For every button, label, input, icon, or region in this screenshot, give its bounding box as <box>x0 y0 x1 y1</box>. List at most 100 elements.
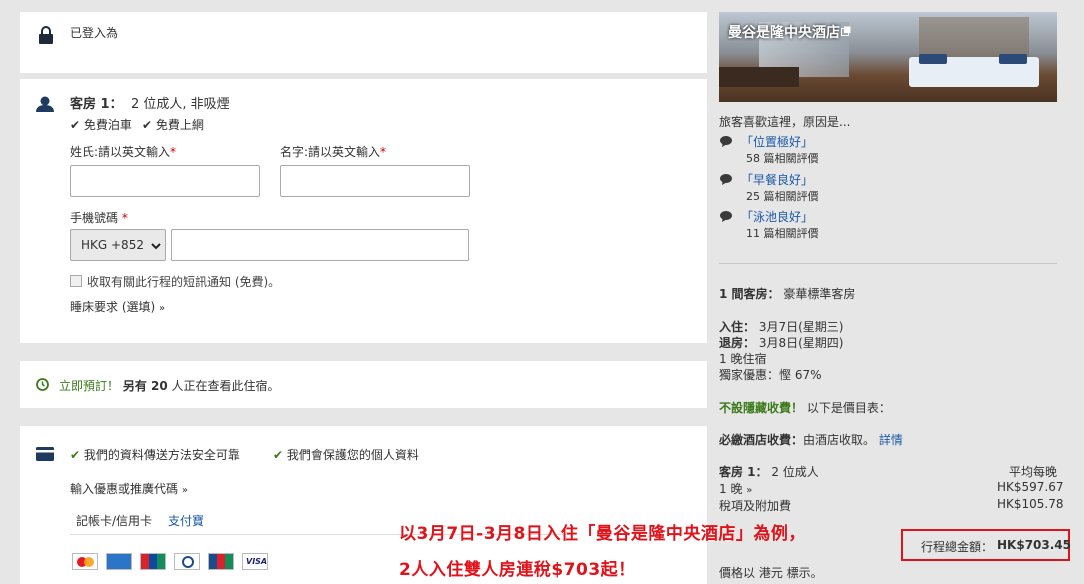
room-title: 客房 1： <box>70 97 123 112</box>
no-hidden-fees-bold: 不設隱藏收費！ <box>719 401 804 415</box>
mandatory-fees-rest: 由酒店收取。 <box>803 433 876 447</box>
currency-note: 價格以 港元 標示。 <box>719 566 823 580</box>
room1-label: 客房 1： <box>719 465 768 479</box>
tab-credit-card-label: 記帳卡/信用卡 <box>76 514 153 528</box>
perk-wifi: ✔ 免費上網 <box>142 116 204 133</box>
no-hidden-fees-rest: 以下是價目表： <box>803 401 891 415</box>
total-price: HK$703.45 <box>997 538 1071 552</box>
review-count-1: 58 篇相關評價 <box>746 152 819 165</box>
discount: 獨家優惠：慳 67% <box>719 368 822 382</box>
card-logos: VISA <box>72 553 292 571</box>
urgency-card: 立即預訂！ 另有 20 人正在查看此住宿。 <box>20 361 707 408</box>
clock-icon <box>36 378 49 391</box>
country-code-select[interactable]: HKG +852 <box>70 229 166 261</box>
visa-icon: VISA <box>242 553 268 570</box>
jcb-icon <box>208 553 234 570</box>
review-title-2: 「早餐良好」 <box>741 173 814 187</box>
speech-bubble-icon <box>720 174 732 185</box>
amex-icon <box>106 553 132 570</box>
rooms-count: 1 間客房： 豪華標準客房 <box>719 285 855 302</box>
surname-label: 姓氏:請以英文輸入* <box>70 143 176 160</box>
chevron-double-down-icon: » <box>181 485 188 496</box>
room1-desc: 2 位成人 <box>771 465 819 479</box>
room1-row: 客房 1： 2 位成人 <box>719 463 819 480</box>
tab-alipay-label: 支付寶 <box>168 514 205 528</box>
urgency-tail: 人正在查看此住宿。 <box>167 379 280 393</box>
checkout-row: 退房： 3月8日(星期四) <box>719 334 843 351</box>
bed-request-link[interactable]: 睡床要求 (選填) » <box>70 298 165 315</box>
perk-wifi-label: 免費上網 <box>155 118 204 132</box>
hotel-photo[interactable]: 曼谷是隆中央酒店 <box>719 12 1057 102</box>
surname-label-text: 姓氏:請以英文輸入 <box>70 145 171 159</box>
required-mark: * <box>380 145 387 159</box>
logged-in-text: 已登入為 <box>70 26 119 40</box>
divider <box>719 263 1057 264</box>
urgency-text: 立即預訂！ 另有 20 人正在查看此住宿。 <box>59 377 280 394</box>
review-title-3: 「泳池良好」 <box>741 210 814 224</box>
credit-card-icon <box>36 447 54 461</box>
urgency-mid: 另有 <box>122 379 152 393</box>
diners-icon <box>174 553 200 570</box>
chevron-double-down-icon: » <box>746 485 753 496</box>
rooms-count-label: 1 間客房： <box>719 287 780 301</box>
urgency-count: 20 <box>151 379 168 393</box>
sms-label: 收取有關此行程的短訊通知 (免費)。 <box>87 275 281 289</box>
hotel-name[interactable]: 曼谷是隆中央酒店 <box>728 22 840 42</box>
unionpay-icon <box>140 553 166 570</box>
review-count-3: 11 篇相關評價 <box>746 227 819 240</box>
checkin-label: 入住： <box>719 320 756 334</box>
phone-label-text: 手機號碼 <box>70 211 119 225</box>
required-mark: * <box>121 211 128 225</box>
no-hidden-fees: 不設隱藏收費！ 以下是價目表： <box>719 399 891 416</box>
secure-note-1-text: 我們的資料傳送方法安全可靠 <box>83 448 240 462</box>
phone-label: 手機號碼 * <box>70 209 128 226</box>
person-icon <box>36 96 54 112</box>
one-night-price: HK$597.67 <box>997 480 1064 494</box>
given-name-label: 名字:請以英文輸入* <box>280 143 386 160</box>
checkout-date: 3月8日(星期四) <box>758 336 844 350</box>
lock-icon <box>39 26 53 44</box>
total-label: 行程總金額： <box>921 540 994 554</box>
one-night-toggle[interactable]: 1 晚 » <box>719 480 752 497</box>
promo-code-link[interactable]: 輸入優惠或推廣代碼 » <box>70 480 188 497</box>
chevron-double-down-icon: » <box>159 303 166 314</box>
tab-credit-card[interactable]: 記帳卡/信用卡 <box>70 506 158 534</box>
tax-price: HK$105.78 <box>997 497 1064 511</box>
total-box: 行程總金額： HK$703.45 <box>901 529 1071 561</box>
promo-code-text: 輸入優惠或推廣代碼 <box>70 482 179 496</box>
nights: 1 晚住宿 <box>719 352 767 366</box>
one-night-text: 1 晚 <box>719 482 743 496</box>
bed-request-text: 睡床要求 (選填) <box>70 300 156 314</box>
avg-per-night-label: 平均每晚 <box>1009 465 1058 479</box>
check-icon: ✔ <box>273 448 284 462</box>
secure-note-1: ✔ 我們的資料傳送方法安全可靠 <box>70 446 240 463</box>
surname-input[interactable] <box>70 165 260 197</box>
check-icon: ✔ <box>142 118 153 132</box>
speech-bubble-icon <box>720 211 732 222</box>
check-icon: ✔ <box>70 118 81 132</box>
taxes-link[interactable]: 稅項及附加費 <box>719 497 791 514</box>
chevron-down-icon <box>151 243 161 250</box>
annotation-line-1: 以3月7日-3月8日入住「曼谷是隆中央酒店」為例， <box>399 524 806 544</box>
tab-alipay[interactable]: 支付寶 <box>160 506 216 534</box>
room-type: 豪華標準客房 <box>783 287 856 301</box>
given-name-label-text: 名字:請以英文輸入 <box>280 145 381 159</box>
sms-checkbox[interactable] <box>70 275 82 287</box>
checkout-label: 退房： <box>719 336 756 350</box>
required-mark: * <box>170 145 177 159</box>
checkin-date: 3月7日(星期三) <box>758 320 844 334</box>
check-icon: ✔ <box>70 448 81 462</box>
review-count-2: 25 篇相關評價 <box>746 190 819 203</box>
country-code-value: HKG +852 <box>81 238 144 252</box>
phone-input[interactable] <box>171 229 469 261</box>
speech-bubble-icon <box>720 136 732 147</box>
given-name-input[interactable] <box>280 165 470 197</box>
secure-note-2: ✔ 我們會保護您的個人資料 <box>273 446 419 463</box>
secure-note-2-text: 我們會保護您的個人資料 <box>286 448 419 462</box>
likes-title: 旅客喜歡這裡，原因是... <box>719 115 851 129</box>
details-link[interactable]: 詳情 <box>879 433 903 447</box>
mandatory-fees-bold: 必繳酒店收費： <box>719 433 804 447</box>
urgency-lead: 立即預訂！ <box>59 379 120 393</box>
external-link-icon <box>841 26 851 36</box>
login-card: 已登入為 <box>20 12 707 73</box>
